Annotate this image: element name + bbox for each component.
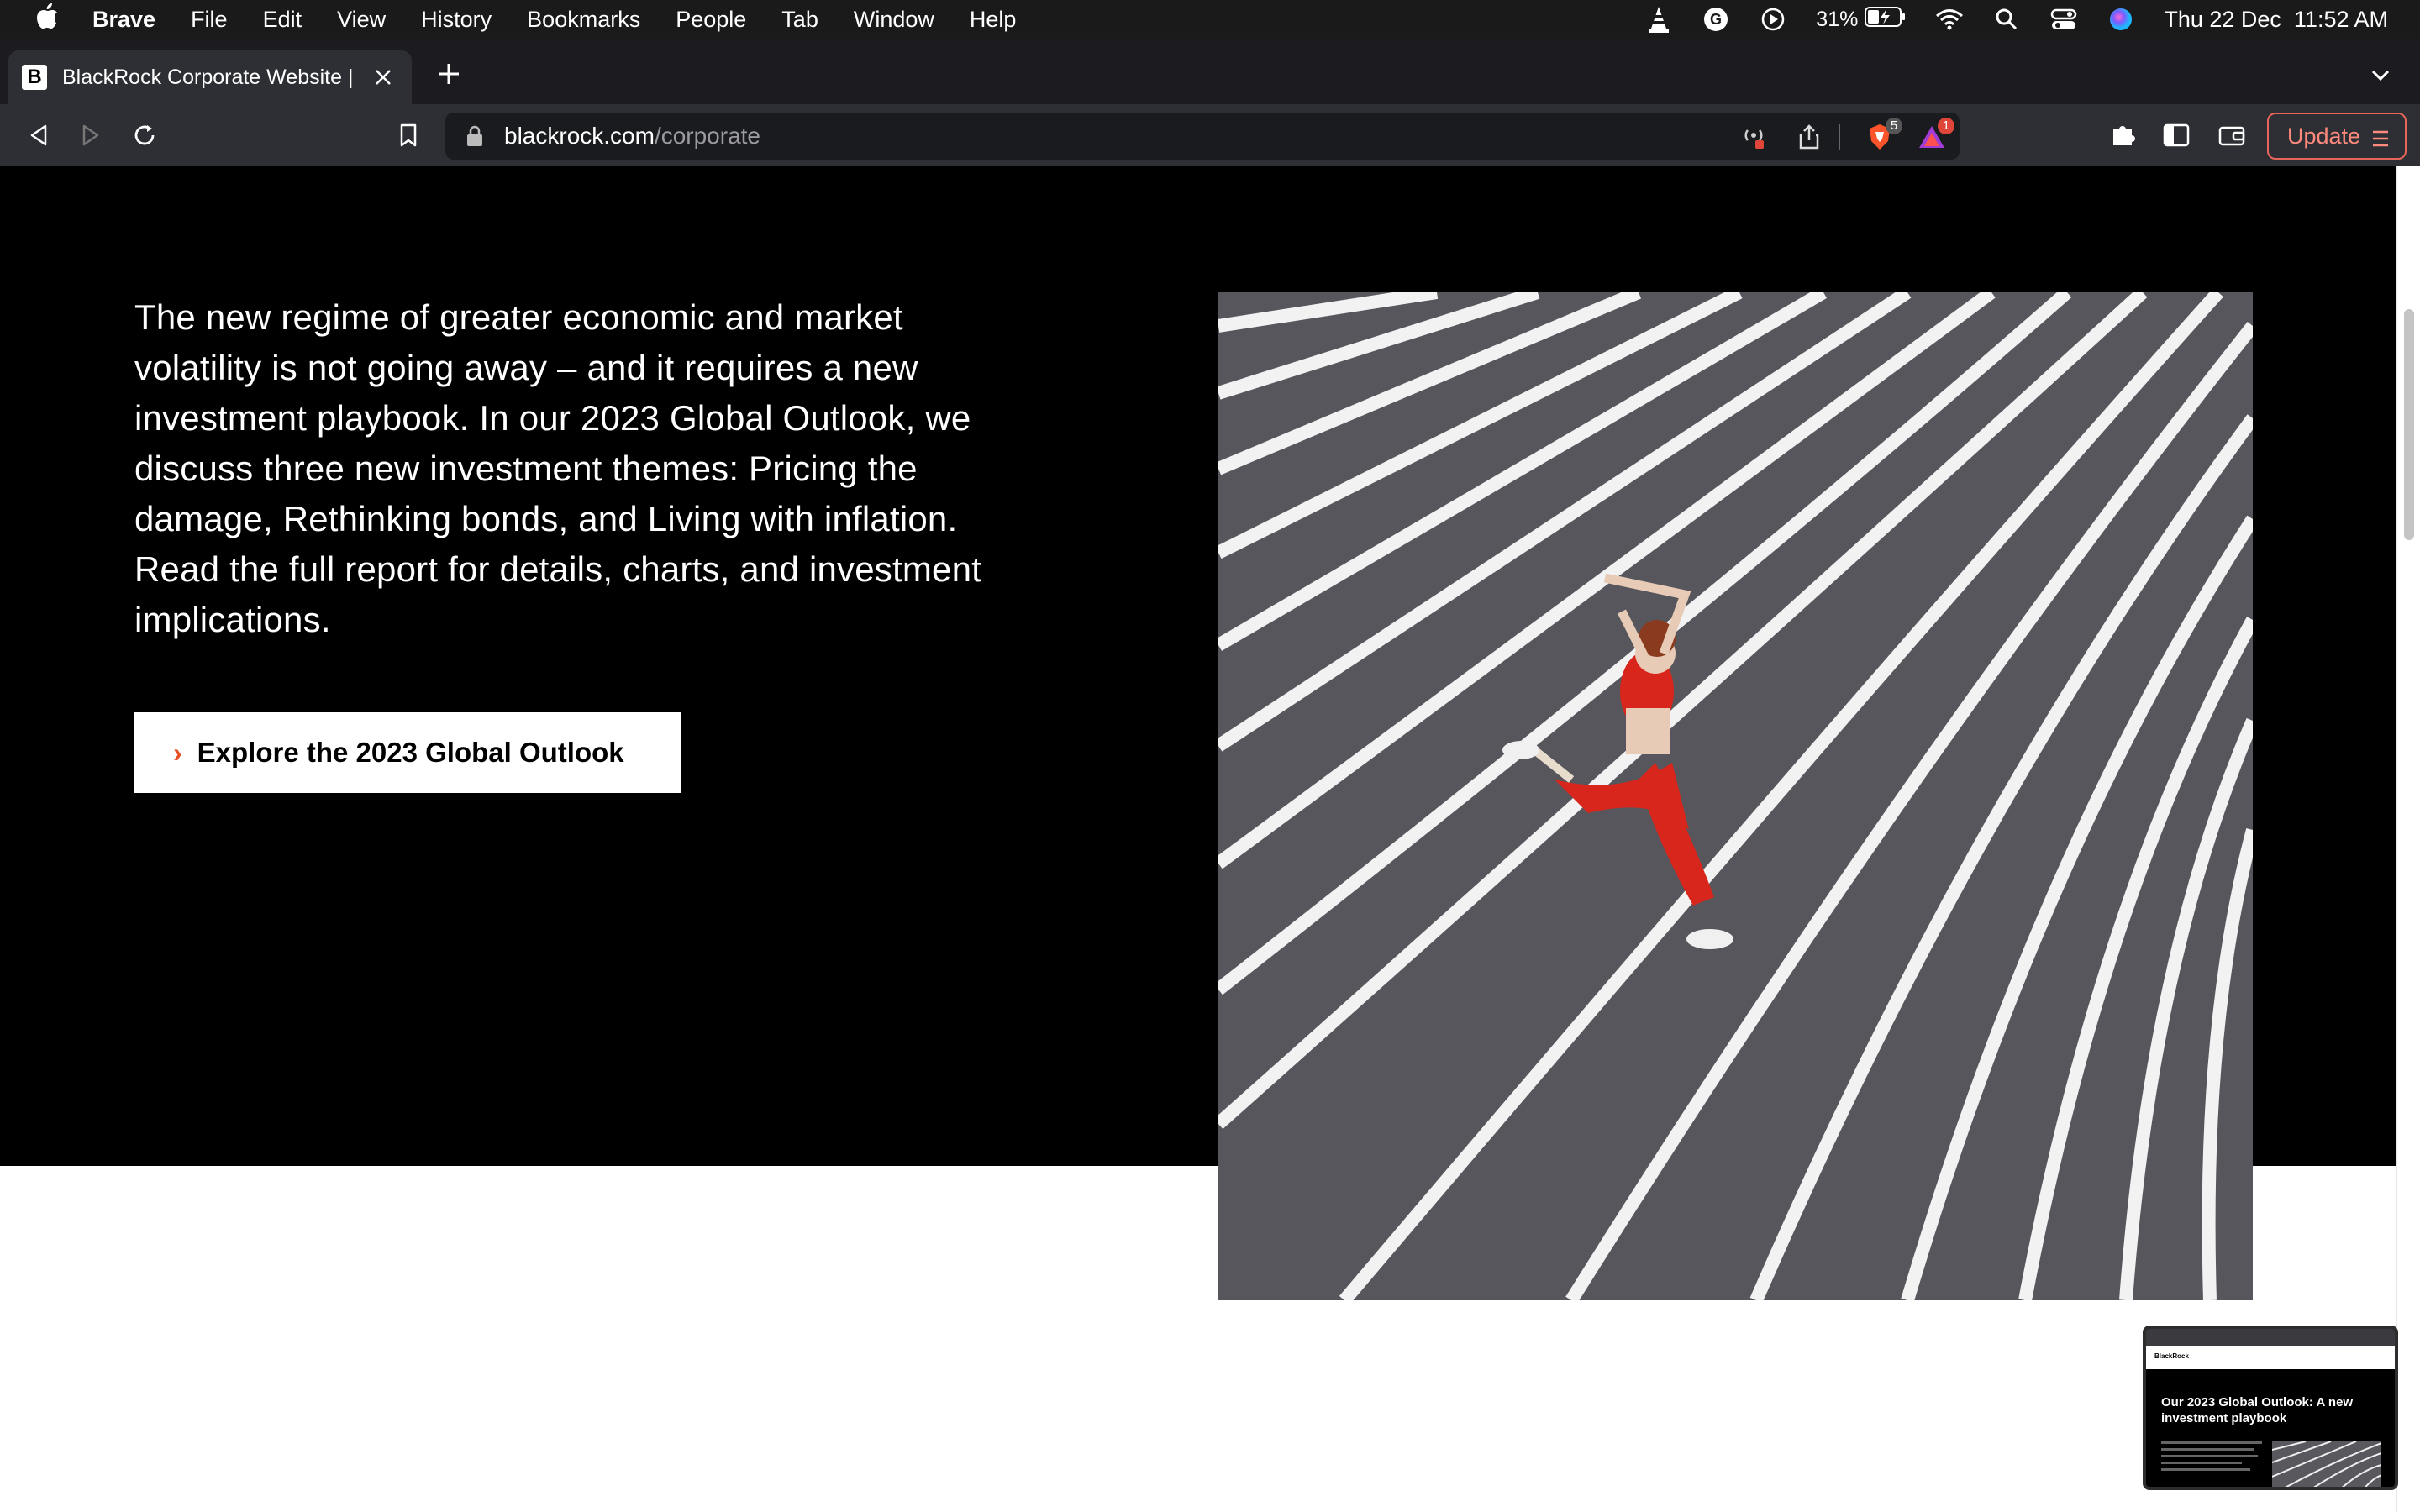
close-tab-icon[interactable] [370,64,397,91]
screenshot-preview-thumbnail[interactable]: BlackRock Our 2023 Global Outlook: A new… [2143,1326,2398,1490]
apple-menu-icon[interactable] [30,2,64,37]
menu-tab[interactable]: Tab [781,7,818,33]
menu-brave[interactable]: Brave [92,7,155,33]
bookmark-button[interactable] [393,120,424,150]
cta-label: Explore the 2023 Global Outlook [197,737,624,768]
control-center-icon[interactable] [2049,5,2078,34]
grammarly-icon[interactable]: G [1702,5,1730,34]
lock-icon[interactable] [466,125,487,147]
tab-title: BlackRock Corporate Website | [62,65,354,89]
chevron-right-icon: › [173,737,182,768]
url-domain: blackrock.com [504,123,655,149]
rewards-count-badge: 1 [1938,118,1954,134]
toolbar-divider [1839,124,1840,150]
hero-paragraph: The new regime of greater economic and m… [134,297,982,639]
sidebar-toggle-icon[interactable] [2161,120,2191,150]
tab-blackrock[interactable]: B BlackRock Corporate Website | [8,50,412,104]
menu-window[interactable]: Window [854,7,934,33]
preview-text-lines [2161,1441,2262,1475]
spotlight-search-icon[interactable] [1992,5,2021,34]
back-button[interactable] [24,120,54,150]
shields-count-badge: 5 [1886,118,1902,134]
browser-toolbar: blackrock.com/corporate 5 1 Update [0,104,2420,166]
explore-outlook-button[interactable]: › Explore the 2023 Global Outlook [134,712,681,793]
battery-percentage: 31% [1816,7,1859,31]
menu-bookmarks[interactable]: Bookmarks [527,7,640,33]
tab-search-chevron-icon[interactable] [2370,64,2395,89]
share-icon[interactable] [1795,123,1823,151]
reload-button[interactable] [129,120,160,150]
hero-image-running-track [1218,292,2253,1300]
tab-strip: B BlackRock Corporate Website | [0,39,2420,104]
wifi-icon[interactable] [1935,5,1964,34]
menu-help[interactable]: Help [970,7,1017,33]
media-play-icon[interactable] [1759,5,1787,34]
update-button[interactable]: Update [2267,113,2407,160]
brave-shields-icon[interactable]: 5 [1865,118,1902,151]
preview-title: Our 2023 Global Outlook: A new investmen… [2161,1395,2354,1425]
preview-logo: BlackRock [2154,1352,2189,1360]
wallet-icon[interactable] [2217,120,2247,150]
menu-history[interactable]: History [421,7,492,33]
forward-button[interactable] [76,120,106,150]
macos-menu-bar: Brave File Edit View History Bookmarks P… [0,0,2420,39]
menu-file[interactable]: File [191,7,228,33]
hamburger-menu-icon[interactable] [2371,128,2390,147]
cast-blocked-icon[interactable] [1739,123,1768,151]
blackrock-favicon-icon: B [22,65,47,90]
brave-rewards-icon[interactable]: 1 [1918,118,1954,151]
url-path: /corporate [654,123,761,149]
preview-browser-bar [2146,1329,2395,1346]
web-page: The new regime of greater economic and m… [0,166,2396,1512]
menu-people[interactable]: People [676,7,746,33]
update-label: Update [2287,123,2361,149]
battery-charging-icon[interactable] [1865,6,1907,34]
siri-icon[interactable] [2107,5,2135,34]
vlc-cone-icon[interactable] [1644,5,1673,34]
url-text[interactable]: blackrock.com/corporate [504,123,760,150]
menu-view[interactable]: View [337,7,386,33]
preview-site-nav: BlackRock [2146,1346,2395,1369]
page-scrollbar[interactable] [2396,166,2420,1512]
extensions-puzzle-icon[interactable] [2107,120,2138,150]
menu-edit[interactable]: Edit [263,7,302,33]
address-bar[interactable]: blackrock.com/corporate 5 1 [445,113,1960,160]
preview-image [2272,1441,2381,1487]
new-tab-button[interactable] [432,59,466,92]
clock-datetime[interactable]: Thu 22 Dec 11:52 AM [2164,7,2388,33]
scrollbar-thumb[interactable] [2404,309,2414,540]
svg-text:G: G [1710,11,1722,28]
